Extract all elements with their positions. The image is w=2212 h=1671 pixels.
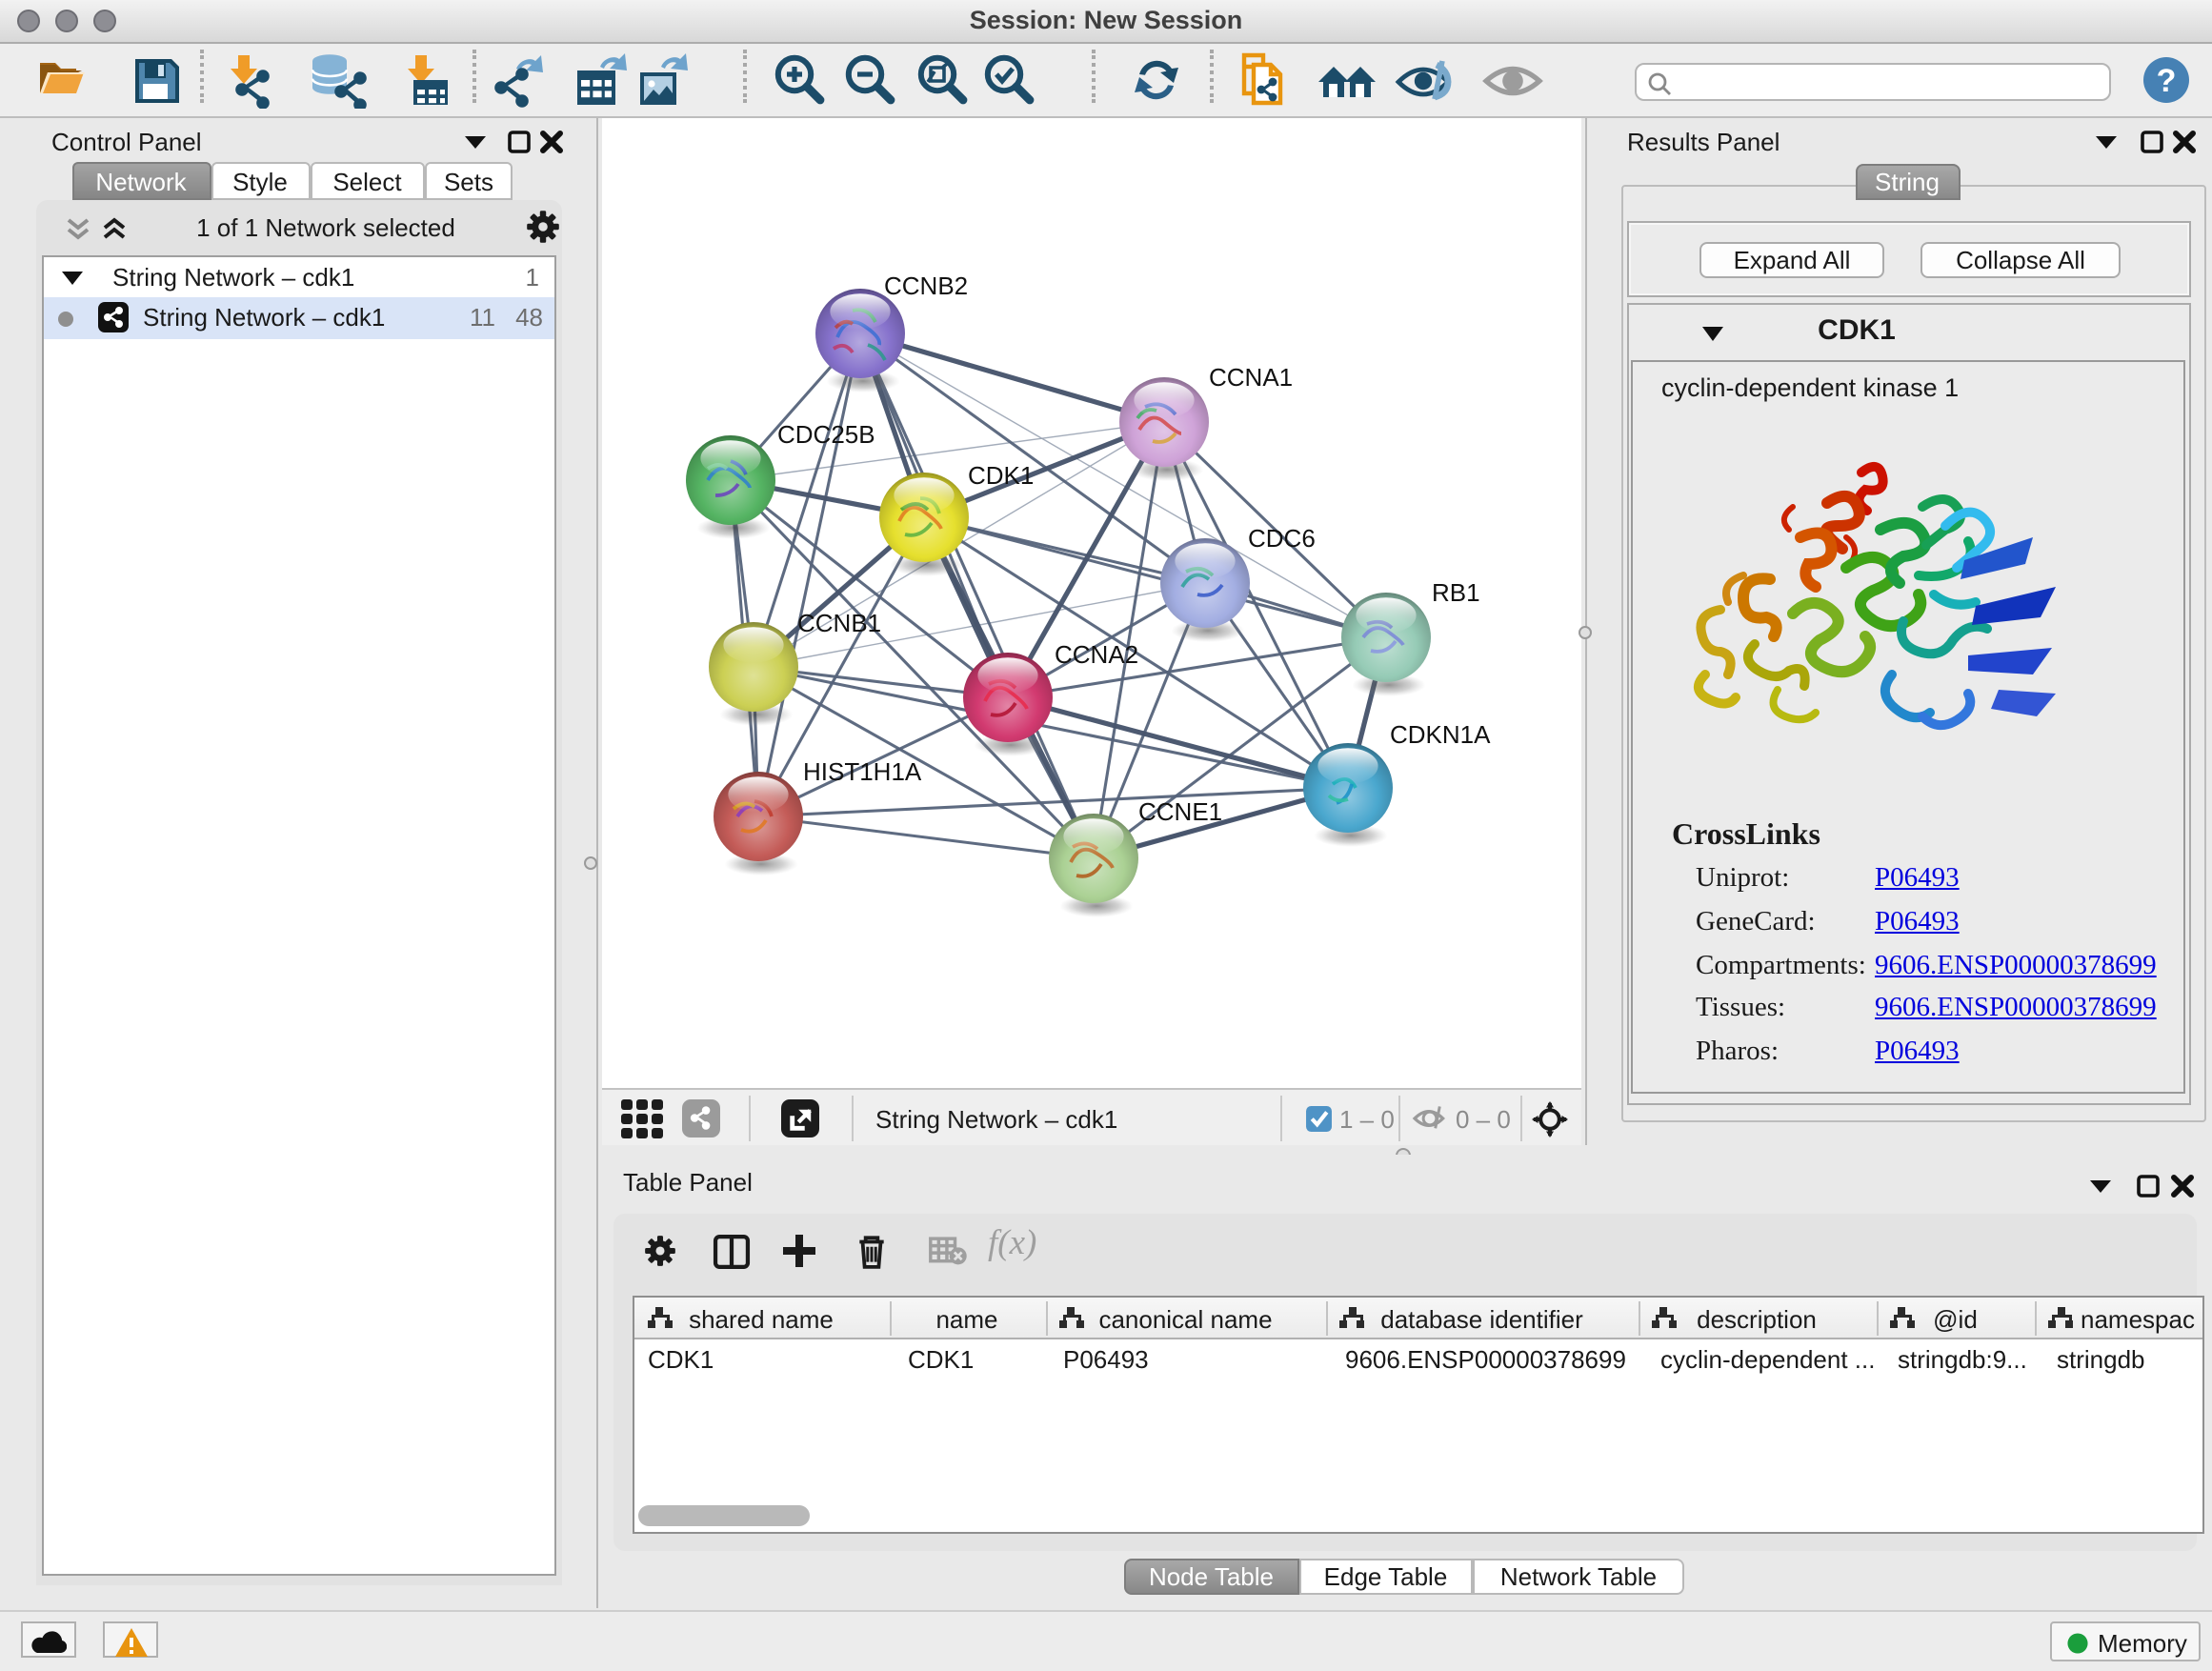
svg-text:CDK1: CDK1 bbox=[967, 461, 1033, 490]
svg-text:CCNB2: CCNB2 bbox=[883, 272, 967, 300]
svg-text:?: ? bbox=[2157, 63, 2177, 99]
svg-text:CCNB1: CCNB1 bbox=[796, 609, 880, 637]
svg-text:CDC6: CDC6 bbox=[1247, 524, 1315, 553]
svg-text:HIST1H1A: HIST1H1A bbox=[802, 757, 921, 786]
svg-text:RB1: RB1 bbox=[1431, 578, 1479, 607]
svg-text:CCNA1: CCNA1 bbox=[1208, 363, 1292, 392]
svg-text:CDKN1A: CDKN1A bbox=[1389, 720, 1490, 749]
svg-text:CCNA2: CCNA2 bbox=[1054, 640, 1137, 669]
svg-text:CCNE1: CCNE1 bbox=[1137, 797, 1221, 826]
svg-text:CDC25B: CDC25B bbox=[776, 420, 875, 449]
